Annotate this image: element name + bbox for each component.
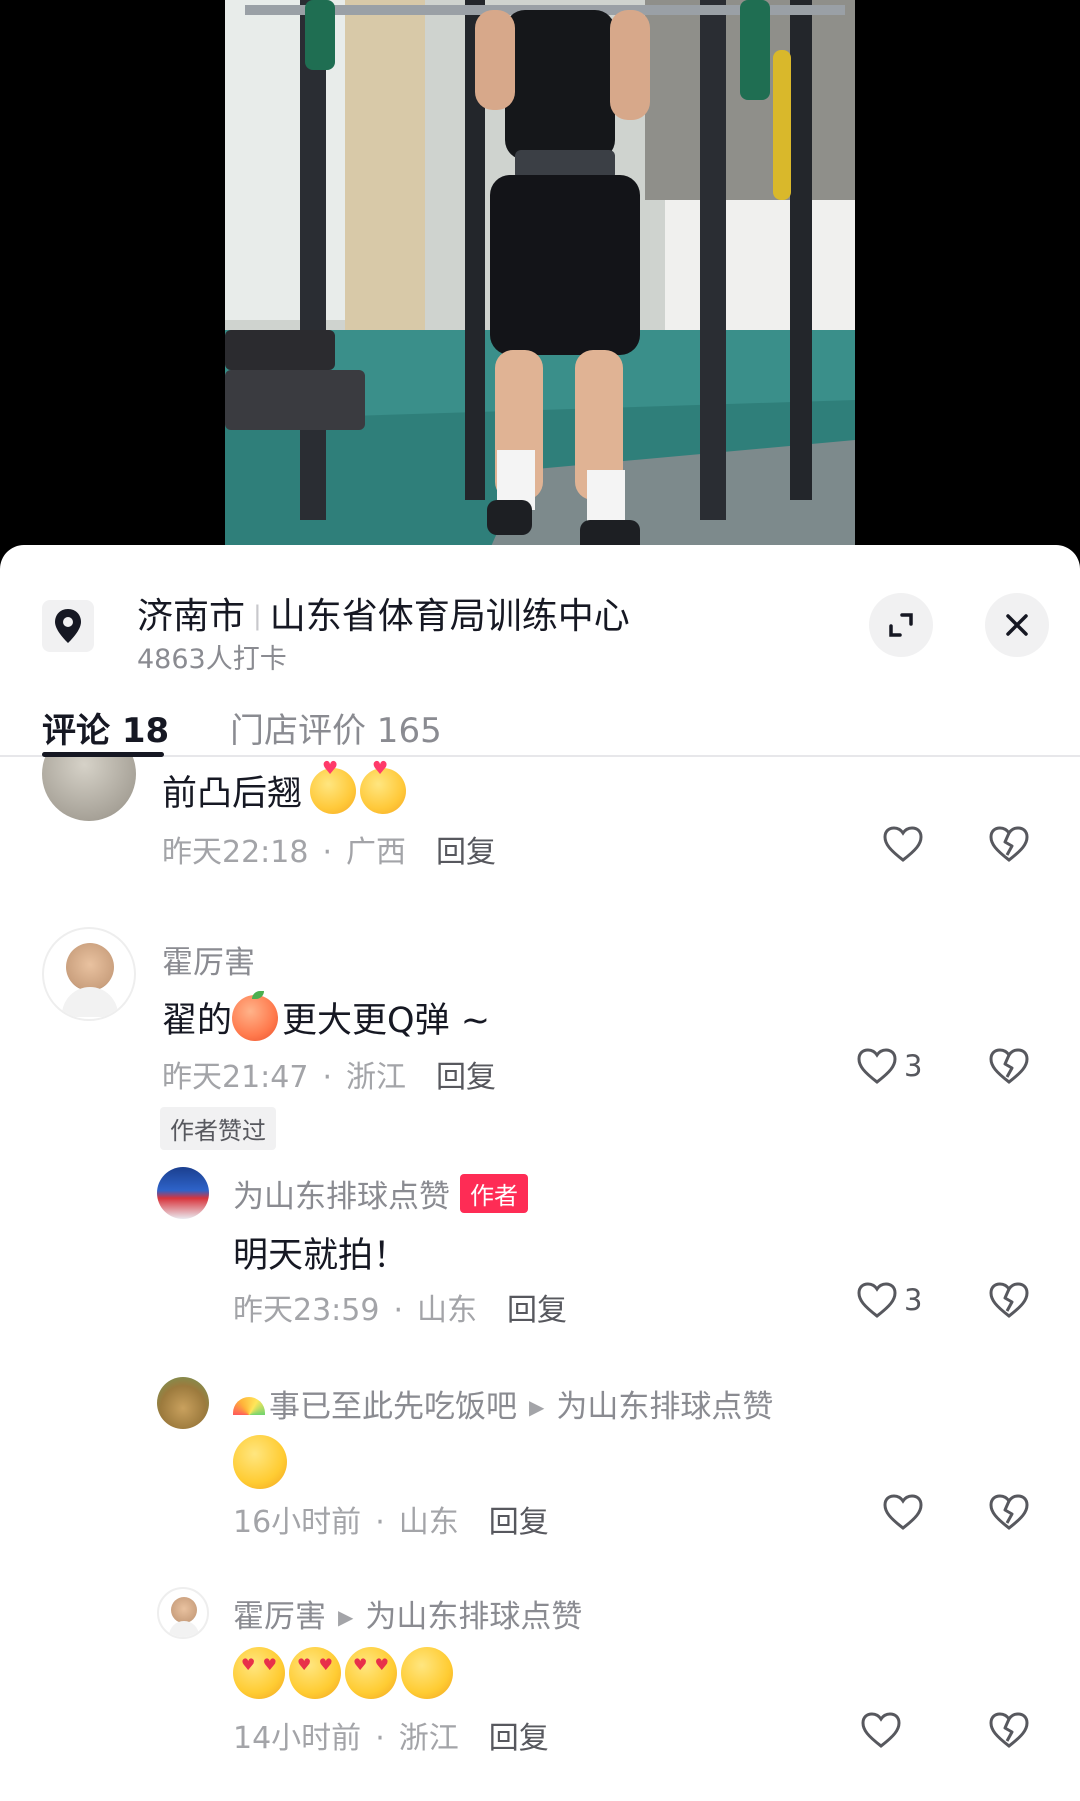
heart-eyes-emoji bbox=[289, 1647, 341, 1699]
avatar[interactable] bbox=[157, 1377, 209, 1429]
reply-item: 霍厉害▶为山东排球点赞 14小时前·浙江回复 bbox=[0, 1577, 1080, 1801]
tab-store-reviews[interactable]: 门店评价 165 bbox=[230, 703, 442, 752]
reply-item: 事已至此先吃饭吧 ▶ 为山东排球点赞 16小时前 · 山东 回复 bbox=[0, 1367, 1080, 1557]
comment-list[interactable]: 前凸后翘 昨天22:18·广西回复 bbox=[0, 757, 1080, 1801]
avatar[interactable] bbox=[157, 1167, 209, 1219]
close-button[interactable] bbox=[985, 593, 1049, 657]
like-count: 3 bbox=[904, 1283, 923, 1317]
reply-button[interactable]: 回复 bbox=[436, 1060, 496, 1095]
heart-outline-icon bbox=[883, 826, 923, 862]
location-pin-icon bbox=[42, 600, 94, 652]
commenter-name[interactable]: 霍厉害 ▶ 为山东排球点赞 bbox=[233, 1591, 582, 1636]
comment-text: 前凸后翘 bbox=[162, 758, 410, 816]
like-button[interactable] bbox=[882, 1493, 924, 1531]
like-button[interactable] bbox=[860, 1711, 902, 1749]
dislike-button[interactable] bbox=[988, 825, 1030, 867]
comment-item: 前凸后翘 昨天22:18·广西回复 bbox=[0, 757, 1080, 907]
gym-scene-image bbox=[225, 0, 855, 560]
comment-meta: 昨天21:47 · 浙江 回复 bbox=[162, 1060, 497, 1095]
finger-heart-emoji bbox=[310, 758, 357, 814]
heart-eyes-emoji bbox=[233, 1647, 285, 1699]
video-frame bbox=[225, 0, 855, 560]
comment-text bbox=[233, 1647, 457, 1699]
reply-button[interactable]: 回复 bbox=[489, 1721, 549, 1756]
broken-heart-icon bbox=[989, 1494, 1029, 1530]
like-count: 3 bbox=[904, 1049, 923, 1083]
heart-outline-icon bbox=[883, 1494, 923, 1530]
dislike-button[interactable] bbox=[988, 1281, 1030, 1323]
like-button[interactable] bbox=[882, 825, 924, 863]
author-tag: 作者 bbox=[460, 1174, 528, 1213]
location-header[interactable]: 济南市 | 山东省体育局训练中心 4863人打卡 bbox=[0, 545, 1080, 675]
comment-meta: 16小时前 · 山东 回复 bbox=[233, 1505, 549, 1540]
reply-arrow-icon: ▶ bbox=[529, 1395, 545, 1419]
peach-emoji bbox=[232, 990, 279, 1041]
heart-outline-icon bbox=[861, 1712, 901, 1748]
reply-button[interactable]: 回复 bbox=[489, 1505, 549, 1540]
tab-bar: 评论 18 门店评价 165 bbox=[0, 675, 1080, 757]
heart-eyes-emoji bbox=[345, 1647, 397, 1699]
comment-meta: 14小时前 · 浙江 回复 bbox=[233, 1721, 549, 1756]
reply-item: 为山东排球点赞 作者 明天就拍！ 昨天23:59 · 山东 回复 3 bbox=[0, 1157, 1080, 1347]
location-city: 济南市 bbox=[137, 596, 246, 637]
avatar[interactable] bbox=[157, 1587, 209, 1639]
screen: 济南市|山东省体育局训练中心 4863人打卡 评论 18 门店评价 165 bbox=[0, 0, 1080, 1801]
broken-heart-icon bbox=[989, 826, 1029, 862]
dislike-button[interactable] bbox=[988, 1047, 1030, 1089]
reply-button[interactable]: 回复 bbox=[436, 835, 496, 870]
comment-sheet: 济南市|山东省体育局训练中心 4863人打卡 评论 18 门店评价 165 bbox=[0, 545, 1080, 1801]
avatar[interactable] bbox=[42, 757, 136, 821]
broken-heart-icon bbox=[989, 1282, 1029, 1318]
reply-button[interactable]: 回复 bbox=[507, 1293, 567, 1328]
comment-text: 明天就拍！ bbox=[233, 1236, 409, 1276]
commenter-name[interactable]: 霍厉害 bbox=[162, 937, 255, 982]
dislike-button[interactable] bbox=[988, 1493, 1030, 1535]
finger-heart-emoji bbox=[360, 758, 407, 814]
rainbow-emoji bbox=[233, 1397, 265, 1415]
like-button[interactable]: 3 bbox=[856, 1047, 922, 1085]
commenter-name[interactable]: 事已至此先吃饭吧 ▶ 为山东排球点赞 bbox=[233, 1381, 773, 1426]
author-liked-badge: 作者赞过 bbox=[160, 1107, 276, 1150]
checkin-count: 4863人打卡 bbox=[137, 644, 287, 675]
location-place: 山东省体育局训练中心 bbox=[269, 596, 630, 637]
comment-meta: 昨天22:18 · 广西 回复 bbox=[162, 835, 497, 870]
location-title[interactable]: 济南市 | 山东省体育局训练中心 bbox=[137, 587, 630, 639]
dislike-button[interactable] bbox=[988, 1711, 1030, 1753]
comment-item: 霍厉害 翟的 更大更Q弹 ~ 昨天21:47 · 浙江 回复 3 作者赞过 bbox=[0, 907, 1080, 1150]
reply-arrow-icon: ▶ bbox=[338, 1605, 354, 1629]
broken-heart-icon bbox=[989, 1048, 1029, 1084]
heart-outline-icon bbox=[857, 1282, 897, 1318]
broken-heart-icon bbox=[989, 1712, 1029, 1748]
thinking-smirk-emoji bbox=[233, 1435, 287, 1489]
comment-text bbox=[233, 1435, 291, 1489]
avatar[interactable] bbox=[42, 927, 136, 1021]
party-face-emoji bbox=[401, 1647, 453, 1699]
commenter-name[interactable]: 为山东排球点赞 作者 bbox=[233, 1171, 528, 1216]
close-icon bbox=[1006, 614, 1028, 636]
tab-comments[interactable]: 评论 18 bbox=[42, 703, 169, 752]
title-separator: | bbox=[253, 601, 262, 631]
video-player[interactable] bbox=[0, 0, 1080, 560]
expand-button[interactable] bbox=[869, 593, 933, 657]
expand-icon bbox=[889, 613, 913, 637]
heart-outline-icon bbox=[857, 1048, 897, 1084]
comment-meta: 昨天23:59 · 山东 回复 bbox=[233, 1293, 568, 1328]
like-button[interactable]: 3 bbox=[856, 1281, 922, 1319]
comment-text: 翟的 更大更Q弹 ~ bbox=[162, 990, 490, 1043]
